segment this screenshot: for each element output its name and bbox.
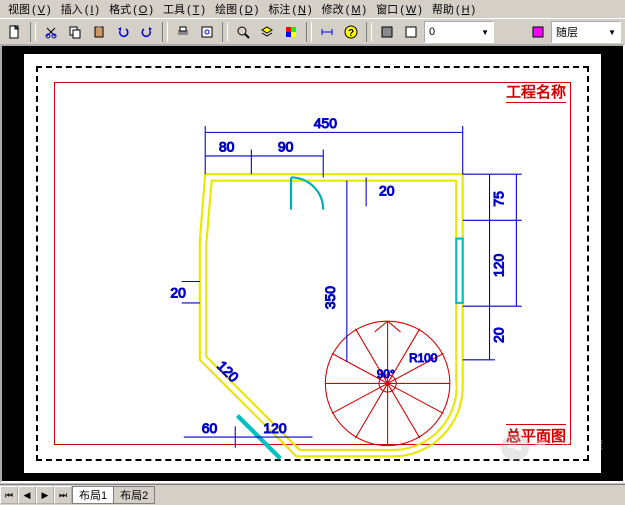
wechat-icon <box>501 433 529 461</box>
layer-combo[interactable]: 0▼ <box>424 21 494 43</box>
layout-tabs: ⏮ ◀ ▶ ⏭ 布局1 布局2 <box>0 484 625 505</box>
swatch-button[interactable] <box>400 21 422 43</box>
watermark: 第一设计群 <box>501 433 603 461</box>
dim-button[interactable] <box>316 21 338 43</box>
tab-layout1[interactable]: 布局1 <box>72 486 114 504</box>
dim-350: 350 <box>322 286 338 310</box>
dim-80: 80 <box>219 139 235 155</box>
tab-layout2[interactable]: 布局2 <box>113 486 155 504</box>
dim-450: 450 <box>314 115 338 131</box>
menu-modify[interactable]: 修改(M) <box>318 1 369 17</box>
dim-r100: R100 <box>409 351 438 365</box>
menu-window[interactable]: 窗口(W) <box>372 1 424 17</box>
menu-bar: 视图(V) 插入(I) 格式(O) 工具(T) 绘图(D) 标注(N) 修改(M… <box>0 0 625 18</box>
layer-button[interactable] <box>256 21 278 43</box>
menu-tools[interactable]: 工具(T) <box>159 1 207 17</box>
redo-button[interactable] <box>136 21 158 43</box>
tab-first[interactable]: ⏮ <box>0 486 18 504</box>
tab-last[interactable]: ⏭ <box>54 486 72 504</box>
dim-60: 60 <box>202 420 218 436</box>
color-button[interactable] <box>280 21 302 43</box>
menu-format[interactable]: 格式(O) <box>105 1 155 17</box>
svg-text:?: ? <box>348 28 354 39</box>
menu-help[interactable]: 帮助(H) <box>428 1 477 17</box>
dim-120d: 120 <box>214 357 242 385</box>
toolbar: ? 0▼ 随层▼ <box>0 18 625 46</box>
print-button[interactable] <box>172 21 194 43</box>
preview-button[interactable] <box>196 21 218 43</box>
tab-prev[interactable]: ◀ <box>18 486 36 504</box>
menu-draw[interactable]: 绘图(D) <box>211 1 260 17</box>
linetype-combo[interactable]: 随层▼ <box>551 21 621 43</box>
menu-annotate[interactable]: 标注(N) <box>264 1 313 17</box>
dim-120r: 120 <box>490 254 506 278</box>
drawing-canvas[interactable]: 工程名称 总平面图 <box>0 44 625 483</box>
zoom-button[interactable] <box>232 21 254 43</box>
dim-20l: 20 <box>170 285 186 301</box>
tab-next[interactable]: ▶ <box>36 486 54 504</box>
cut-button[interactable] <box>40 21 62 43</box>
dim-90: 90 <box>278 139 294 155</box>
undo-button[interactable] <box>112 21 134 43</box>
title-block-frame: 工程名称 总平面图 <box>54 82 571 445</box>
help-button[interactable]: ? <box>340 21 362 43</box>
menu-insert[interactable]: 插入(I) <box>57 1 101 17</box>
dim-90deg: 90° <box>377 367 395 381</box>
dim-20r: 20 <box>490 327 506 343</box>
dim-75: 75 <box>490 191 506 207</box>
paste-button[interactable] <box>88 21 110 43</box>
dim-120b: 120 <box>263 420 287 436</box>
menu-view[interactable]: 视图(V) <box>4 1 53 17</box>
paper-sheet: 工程名称 总平面图 <box>24 54 601 473</box>
dim-20-top: 20 <box>379 183 395 199</box>
floor-plan-drawing: 450 80 90 20 75 <box>55 83 570 469</box>
new-button[interactable] <box>4 21 26 43</box>
swatch2-button[interactable] <box>527 21 549 43</box>
copy-button[interactable] <box>64 21 86 43</box>
shade-button[interactable] <box>376 21 398 43</box>
